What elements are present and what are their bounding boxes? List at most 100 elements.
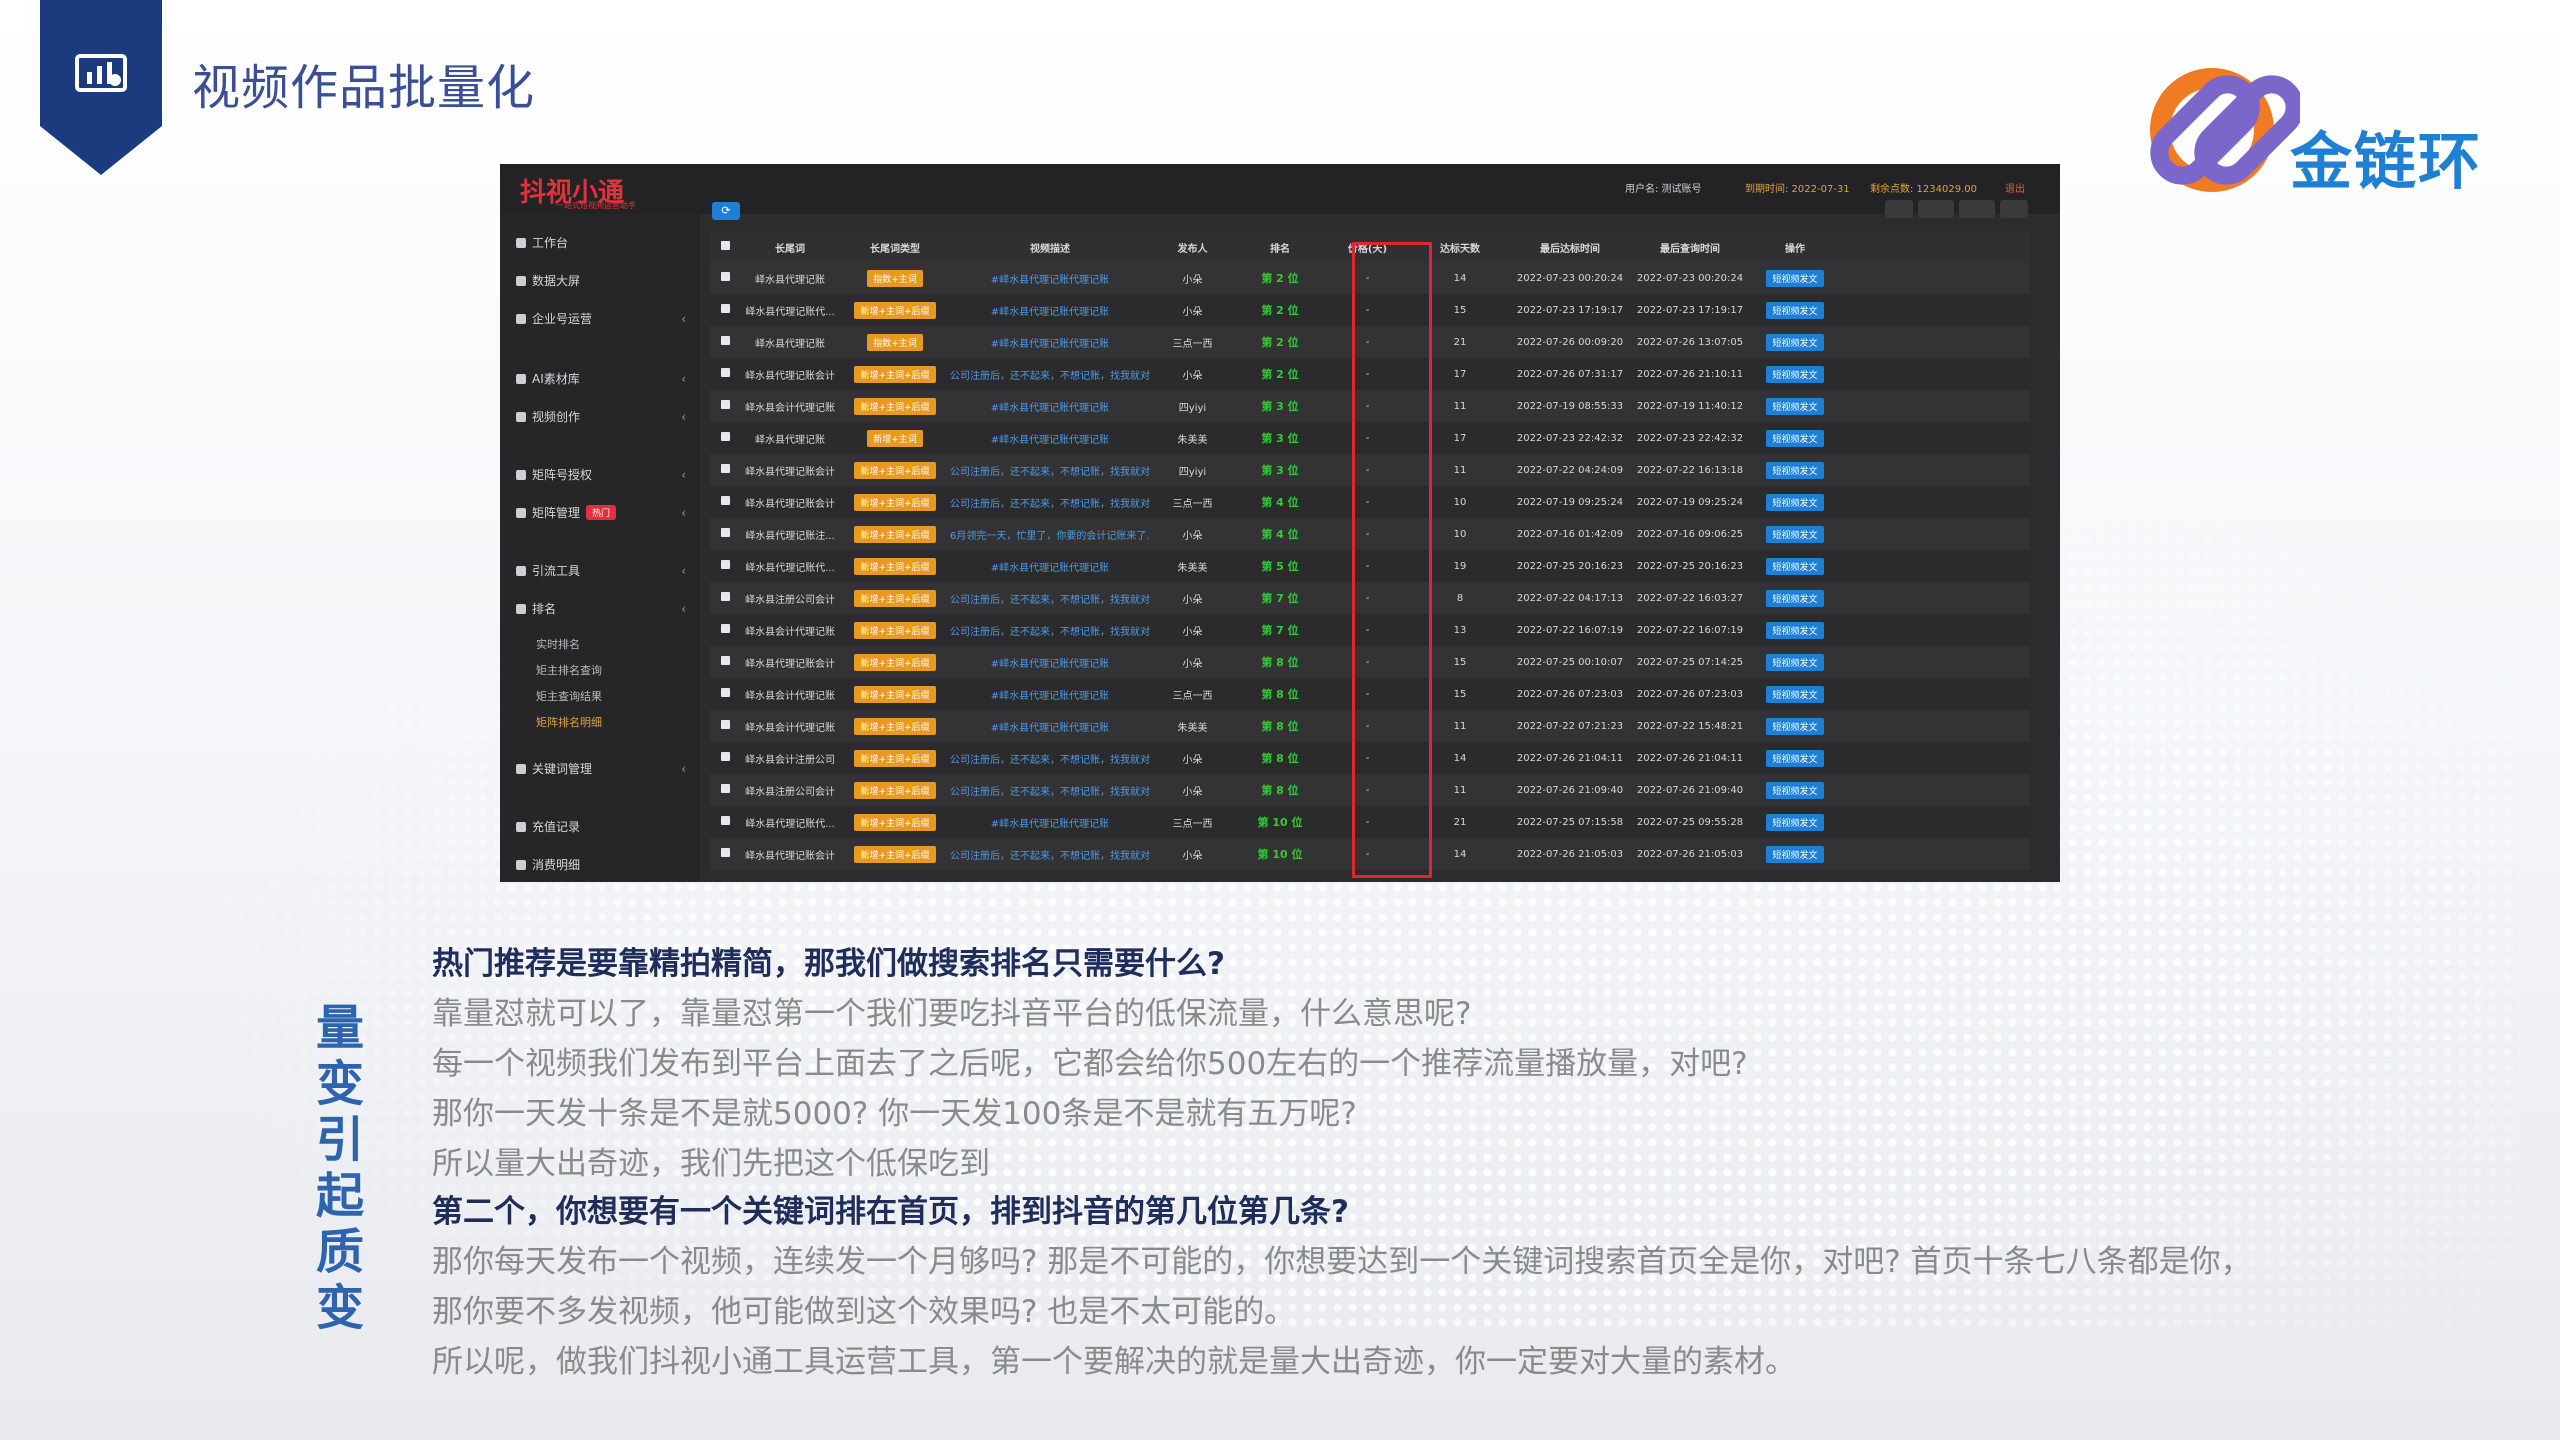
td-desc-text[interactable]: #峄水县代理记账代理记账: [991, 723, 1109, 734]
search-button[interactable]: [2000, 200, 2028, 218]
td-desc-text[interactable]: #峄水县代理记账代理记账: [991, 307, 1109, 318]
td-keyword: 峄水县会计注册公司: [740, 751, 840, 766]
td-action-text[interactable]: 短视频发文: [1766, 493, 1824, 511]
td-type: 新增+主词+后缀: [840, 717, 950, 735]
td-rank: 第 4 位: [1235, 494, 1325, 510]
td-action-text[interactable]: 短视频发文: [1766, 557, 1824, 575]
td-action-text[interactable]: 短视频发文: [1766, 333, 1824, 351]
td-action-text[interactable]: 短视频发文: [1766, 365, 1824, 383]
td-action-text[interactable]: 短视频发文: [1766, 685, 1824, 703]
td-desc-text[interactable]: #峄水县代理记账代理记账: [991, 275, 1109, 286]
td-desc-text[interactable]: 公司注册后，还不起来，不想记账，找我就对...: [950, 371, 1150, 382]
row-checkbox[interactable]: [720, 592, 730, 601]
td-action-text[interactable]: 短视频发文: [1766, 269, 1824, 287]
td-action-text[interactable]: 短视频发文: [1766, 525, 1824, 543]
th-last-reach[interactable]: 最后达标时间: [1510, 240, 1630, 255]
row-checkbox[interactable]: [720, 720, 730, 729]
row-checkbox[interactable]: [720, 464, 730, 473]
sidebar-item[interactable]: 充值记录: [516, 818, 686, 835]
th-last-query[interactable]: 最后查询时间: [1630, 240, 1750, 255]
sidebar-item[interactable]: 消费明细: [516, 856, 686, 873]
td-desc-text[interactable]: #峄水县代理记账代理记账: [991, 339, 1109, 350]
row-checkbox[interactable]: [720, 688, 730, 697]
td-action-text[interactable]: 短视频发文: [1766, 589, 1824, 607]
td-desc-text[interactable]: #峄水县代理记账代理记账: [991, 403, 1109, 414]
td-desc-text[interactable]: 公司注册后，还不起来，不想记账，找我就对...: [950, 851, 1150, 862]
td-desc-text[interactable]: #峄水县代理记账代理记账: [991, 691, 1109, 702]
logout-link[interactable]: 退出: [2005, 180, 2025, 195]
row-checkbox[interactable]: [720, 848, 730, 857]
td-action-text[interactable]: 短视频发文: [1766, 397, 1824, 415]
sidebar-item[interactable]: 企业号运营 ‹: [516, 310, 686, 327]
td-action-text[interactable]: 短视频发文: [1766, 621, 1824, 639]
td-action-text[interactable]: 短视频发文: [1766, 749, 1824, 767]
td-action-text[interactable]: 短视频发文: [1766, 717, 1824, 735]
td-desc-text[interactable]: 公司注册后，还不起来，不想记账，找我就对...: [950, 627, 1150, 638]
print-button[interactable]: [1885, 200, 1913, 218]
td-action-text[interactable]: 短视频发文: [1766, 653, 1824, 671]
td-desc-text[interactable]: 公司注册后，还不起来，不想记账，找我就对...: [950, 499, 1150, 510]
td-rank: 第 5 位: [1235, 558, 1325, 574]
sidebar-item[interactable]: 视频创作 ‹: [516, 408, 686, 425]
row-checkbox[interactable]: [720, 336, 730, 345]
sidebar-item[interactable]: 矩阵号授权 ‹: [516, 466, 686, 483]
td-desc-text[interactable]: 公司注册后，还不起来，不想记账，找我就对...: [950, 595, 1150, 606]
td-action-text[interactable]: 短视频发文: [1766, 781, 1824, 799]
row-checkbox[interactable]: [720, 528, 730, 537]
td-last-query: 2022-07-26 13:07:05: [1630, 337, 1750, 348]
row-checkbox[interactable]: [720, 304, 730, 313]
td-desc-text[interactable]: #峄水县代理记账代理记账: [991, 563, 1109, 574]
columns-button[interactable]: [1918, 200, 1954, 218]
td-action-text[interactable]: 短视频发文: [1766, 301, 1824, 319]
sidebar-item[interactable]: 数据大屏: [516, 272, 686, 289]
td-desc-text[interactable]: 6月领完一天，忙里了，你要的会计记账来了...: [950, 531, 1150, 542]
row-checkbox[interactable]: [720, 400, 730, 409]
td-last-query-text: 2022-07-23 22:42:32: [1636, 432, 1744, 444]
td-last-reach-text: 2022-07-26 00:09:20: [1516, 336, 1624, 348]
td-desc-text[interactable]: 公司注册后，还不起来，不想记账，找我就对...: [950, 467, 1150, 478]
refresh-button[interactable]: ⟳: [712, 202, 740, 220]
row-checkbox[interactable]: [720, 368, 730, 377]
sidebar-item[interactable]: 矩阵管理 热门 ‹: [516, 504, 686, 521]
sidebar-item[interactable]: 矩主排名查询: [536, 662, 706, 678]
expire-label: 到期时间: 2022-07-31: [1745, 184, 1850, 195]
td-action: 短视频发文: [1750, 685, 1840, 703]
td-days-text: 14: [1453, 272, 1467, 284]
td-desc-text[interactable]: #峄水县代理记账代理记账: [991, 659, 1109, 670]
sidebar-item[interactable]: 工作台: [516, 234, 686, 251]
td-desc-text[interactable]: 公司注册后，还不起来，不想记账，找我就对...: [950, 787, 1150, 798]
export-button[interactable]: [1959, 200, 1995, 218]
sidebar-item[interactable]: 矩主查询结果: [536, 688, 706, 704]
sidebar-item[interactable]: 矩阵排名明细: [536, 714, 706, 730]
sidebar-item[interactable]: 排名 ‹: [516, 600, 686, 617]
row-checkbox[interactable]: [720, 816, 730, 825]
td-desc-text[interactable]: #峄水县代理记账代理记账: [991, 819, 1109, 830]
sidebar-item[interactable]: AI素材库 ‹: [516, 370, 686, 387]
sidebar-item-label: 充值记录: [532, 820, 581, 834]
row-checkbox[interactable]: [720, 656, 730, 665]
td-action-text[interactable]: 短视频发文: [1766, 813, 1824, 831]
td-publisher-text: 四yiyi: [1178, 402, 1207, 414]
td-action-text[interactable]: 短视频发文: [1766, 845, 1824, 863]
td-keyword: 峄水县代理记账代...: [740, 815, 840, 830]
td-action-text[interactable]: 短视频发文: [1766, 429, 1824, 447]
td-desc-text[interactable]: #峄水县代理记账代理记账: [991, 435, 1109, 446]
sidebar-item[interactable]: 引流工具 ‹: [516, 562, 686, 579]
row-checkbox[interactable]: [720, 272, 730, 281]
sidebar-item[interactable]: 实时排名: [536, 636, 706, 652]
td-action-text[interactable]: 短视频发文: [1766, 461, 1824, 479]
th-keyword: 长尾词: [775, 243, 805, 255]
td-rank: 第 4 位: [1235, 526, 1325, 542]
td-desc: 公司注册后，还不起来，不想记账，找我就对...: [950, 495, 1150, 510]
td-desc-text[interactable]: 公司注册后，还不起来，不想记账，找我就对...: [950, 755, 1150, 766]
sidebar-item[interactable]: 关键词管理 ‹: [516, 760, 686, 777]
select-all-checkbox[interactable]: [720, 241, 730, 250]
th-rank[interactable]: 排名: [1235, 240, 1325, 255]
row-checkbox[interactable]: [720, 784, 730, 793]
row-checkbox[interactable]: [720, 560, 730, 569]
row-checkbox[interactable]: [720, 432, 730, 441]
row-checkbox[interactable]: [720, 496, 730, 505]
td-rank-text: 第 4 位: [1261, 528, 1299, 541]
row-checkbox[interactable]: [720, 752, 730, 761]
row-checkbox[interactable]: [720, 624, 730, 633]
